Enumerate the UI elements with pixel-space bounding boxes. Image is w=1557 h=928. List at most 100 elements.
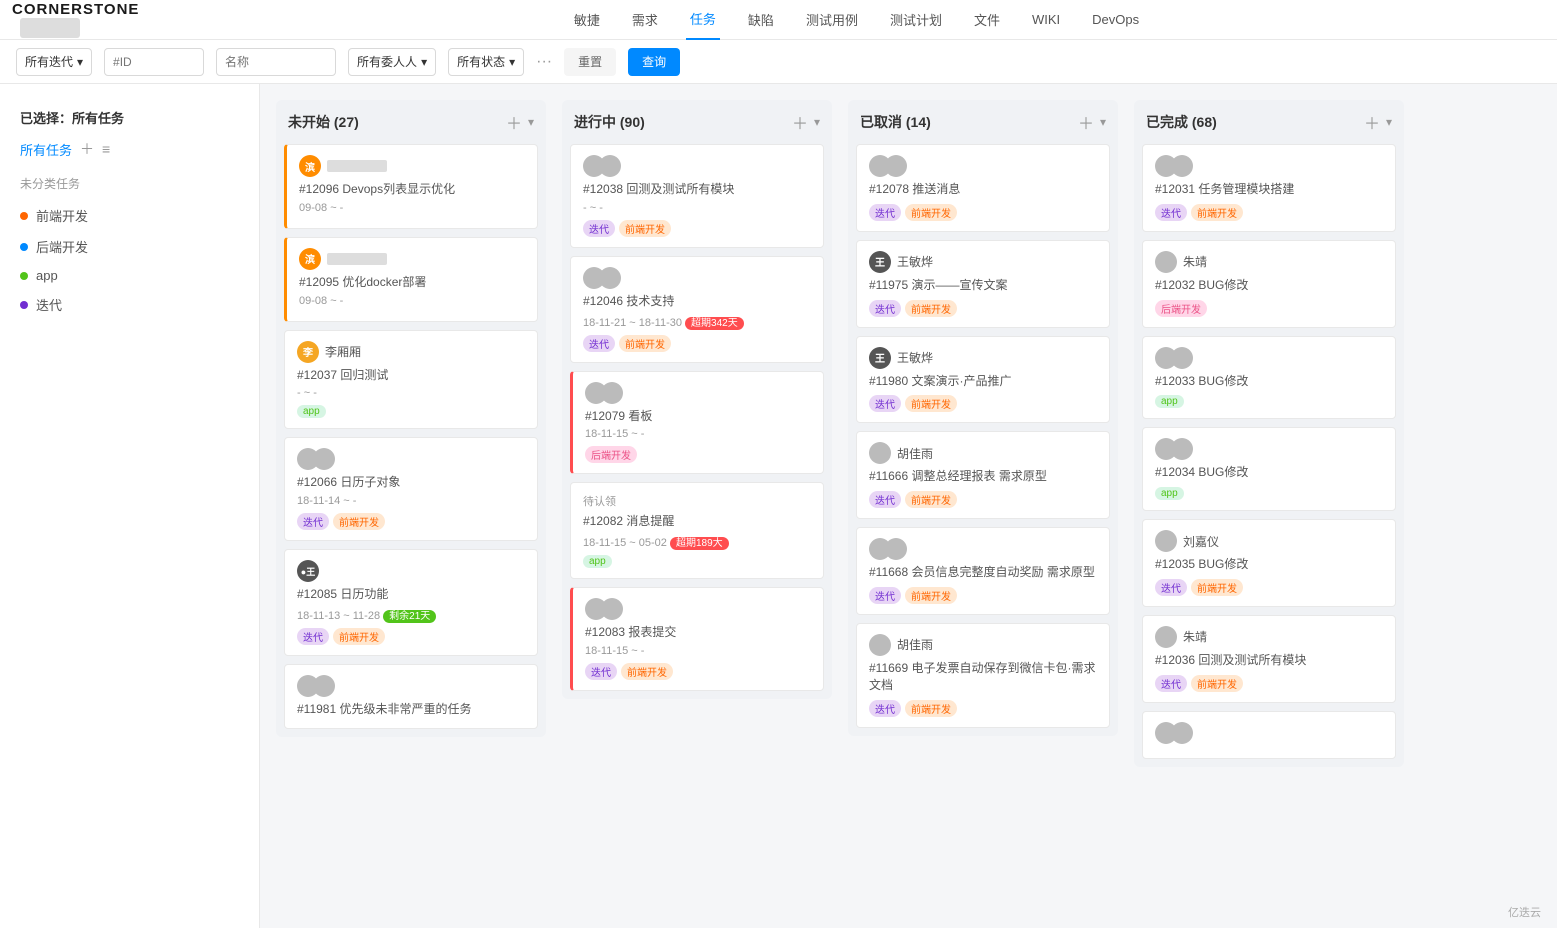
card-12046[interactable]: #12046 技术支持 18-11-21 ~ 18-11-30 超期342天 迭… xyxy=(570,256,824,363)
col-not-started-collapse[interactable]: ▾ xyxy=(528,115,534,129)
name-input[interactable] xyxy=(216,48,336,76)
card-11669-top: 胡佳雨 xyxy=(869,634,1097,656)
card-12082-id: #12082 消息提醒 xyxy=(583,513,811,530)
nav-item-wiki[interactable]: WIKI xyxy=(1028,0,1064,40)
assignee-select[interactable]: 所有委人人 ▾ xyxy=(348,48,436,76)
card-12066-avatars xyxy=(297,448,335,470)
card-12082-header: 待认领 xyxy=(583,493,811,509)
card-12078[interactable]: #12078 推送消息 迭代 前端开发 xyxy=(856,144,1110,232)
card-12033[interactable]: #12033 BUG修改 app xyxy=(1142,336,1396,420)
card-12079[interactable]: #12079 看板 18-11-15 ~ - 后端开发 xyxy=(570,371,824,475)
nav-item-testcases[interactable]: 测试用例 xyxy=(802,0,862,40)
col-cancelled: 已取消 (14) ＋ ▾ #12078 推送消息 迭代 xyxy=(848,100,1118,736)
card-12031[interactable]: #12031 任务管理模块搭建 迭代 前端开发 xyxy=(1142,144,1396,232)
card-12035-top: 刘嘉仪 xyxy=(1155,530,1383,552)
card-12078-top xyxy=(869,155,1097,177)
col-not-started-cards: 滨 #12096 Devops列表显示优化 09-08 ~ - 滨 #12095… xyxy=(276,144,546,737)
card-12083[interactable]: #12083 报表提交 18-11-15 ~ - 迭代 前端开发 xyxy=(570,587,824,691)
card-11975-tags: 迭代 前端开发 xyxy=(869,300,1097,317)
card-11666[interactable]: 胡佳雨 #11666 调整总经理报表 需求原型 迭代 前端开发 xyxy=(856,431,1110,519)
card-12037-date: - ~ - xyxy=(297,387,525,399)
card-11981-avatars xyxy=(297,675,335,697)
col-done-add[interactable]: ＋ xyxy=(1364,110,1380,134)
card-12082-date: 18-11-15 ~ 05-02 超期189大 xyxy=(583,534,811,549)
nav-item-agile[interactable]: 敏捷 xyxy=(570,0,604,40)
card-12038[interactable]: #12038 回测及测试所有模块 - ~ - 迭代 前端开发 xyxy=(570,144,824,248)
card-11975-name: 王敏烨 xyxy=(897,253,933,270)
dot-app xyxy=(20,272,28,280)
card-12037[interactable]: 李 李厢厢 #12037 回归测试 - ~ - app xyxy=(284,330,538,430)
nav-item-devops[interactable]: DevOps xyxy=(1088,0,1143,40)
card-12079-date: 18-11-15 ~ - xyxy=(585,428,811,440)
card-12034[interactable]: #12034 BUG修改 app xyxy=(1142,427,1396,511)
card-12046-overdue: 超期342天 xyxy=(685,317,744,330)
card-12085[interactable]: ●王 #12085 日历功能 18-11-13 ~ 11-28 剩余21天 迭代… xyxy=(284,549,538,656)
nav-item-bugs[interactable]: 缺陷 xyxy=(744,0,778,40)
reset-button[interactable]: 重置 xyxy=(564,48,616,76)
sidebar-category-backend[interactable]: 后端开发 xyxy=(0,231,259,262)
dot-frontend xyxy=(20,212,28,220)
card-12032[interactable]: 朱靖 #12032 BUG修改 后端开发 xyxy=(1142,240,1396,328)
nav-item-files[interactable]: 文件 xyxy=(970,0,1004,40)
col-in-progress-collapse[interactable]: ▾ xyxy=(814,115,820,129)
card-11980-avatar: 王 xyxy=(869,347,891,369)
card-12085-date: 18-11-13 ~ 11-28 剩余21天 xyxy=(297,607,525,622)
card-12035[interactable]: 刘嘉仪 #12035 BUG修改 迭代 前端开发 xyxy=(1142,519,1396,607)
card-12066[interactable]: #12066 日历子对象 18-11-14 ~ - 迭代 前端开发 xyxy=(284,437,538,541)
tag-frontend: 前端开发 xyxy=(333,628,385,645)
sidebar-add-icon[interactable]: ＋ xyxy=(80,139,94,159)
more-filters-button[interactable]: ··· xyxy=(536,53,552,71)
card-11666-top: 胡佳雨 xyxy=(869,442,1097,464)
card-11668-id: #11668 会员信息完整度自动奖励 需求原型 xyxy=(869,564,1097,581)
col-done-cards: #12031 任务管理模块搭建 迭代 前端开发 朱靖 #12032 BUG修改 … xyxy=(1134,144,1404,767)
card-12037-id: #12037 回归测试 xyxy=(297,367,525,384)
card-12038-id: #12038 回测及测试所有模块 xyxy=(583,181,811,198)
card-12096[interactable]: 滨 #12096 Devops列表显示优化 09-08 ~ - xyxy=(284,144,538,229)
sidebar: 已选择：所有任务 所有任务 ＋ ≡ 未分类任务 前端开发 后端开发 app 迭代 xyxy=(0,84,260,928)
card-11981-id: #11981 优先级未非常严重的任务 xyxy=(297,701,525,718)
col-in-progress-add[interactable]: ＋ xyxy=(792,110,808,134)
sidebar-category-frontend[interactable]: 前端开发 xyxy=(0,200,259,231)
card-11669-name: 胡佳雨 xyxy=(897,636,933,653)
card-11980-top: 王 王敏烨 xyxy=(869,347,1097,369)
card-11980[interactable]: 王 王敏烨 #11980 文案演示·产品推广 迭代 前端开发 xyxy=(856,336,1110,424)
card-11669[interactable]: 胡佳雨 #11669 电子发票自动保存到微信卡包·需求文档 迭代 前端开发 xyxy=(856,623,1110,728)
col-in-progress-header: 进行中 (90) ＋ ▾ xyxy=(562,100,832,144)
nav-item-tasks[interactable]: 任务 xyxy=(686,0,720,40)
sidebar-selected-label: 已选择：所有任务 xyxy=(0,100,259,135)
sidebar-list-icon[interactable]: ≡ xyxy=(102,141,110,157)
card-12032-top: 朱靖 xyxy=(1155,251,1383,273)
sidebar-all-tasks-link[interactable]: 所有任务 xyxy=(20,140,72,159)
nav-item-testplan[interactable]: 测试计划 xyxy=(886,0,946,40)
id-input[interactable] xyxy=(104,48,204,76)
card-11668[interactable]: #11668 会员信息完整度自动奖励 需求原型 迭代 前端开发 xyxy=(856,527,1110,615)
col-cancelled-add[interactable]: ＋ xyxy=(1078,110,1094,134)
card-12036-id: #12036 回测及测试所有模块 xyxy=(1155,652,1383,669)
card-done-extra[interactable] xyxy=(1142,711,1396,759)
iteration-select[interactable]: 所有迭代 ▾ xyxy=(16,48,92,76)
card-11980-name: 王敏烨 xyxy=(897,349,933,366)
card-12036[interactable]: 朱靖 #12036 回测及测试所有模块 迭代 前端开发 xyxy=(1142,615,1396,703)
sidebar-category-iteration[interactable]: 迭代 xyxy=(0,289,259,320)
card-11981[interactable]: #11981 优先级未非常严重的任务 xyxy=(284,664,538,729)
search-button[interactable]: 查询 xyxy=(628,48,680,76)
card-11975[interactable]: 王 王敏烨 #11975 演示——宣传文案 迭代 前端开发 xyxy=(856,240,1110,328)
card-12095-avatar: 滨 xyxy=(299,248,321,270)
nav-item-requirements[interactable]: 需求 xyxy=(628,0,662,40)
sidebar-category-app[interactable]: app xyxy=(0,262,259,289)
col-not-started-add[interactable]: ＋ xyxy=(506,110,522,134)
card-12096-avatar: 滨 xyxy=(299,155,321,177)
main-layout: 已选择：所有任务 所有任务 ＋ ≡ 未分类任务 前端开发 后端开发 app 迭代 xyxy=(0,84,1557,928)
card-12066-date: 18-11-14 ~ - xyxy=(297,495,525,507)
card-12095[interactable]: 滨 #12095 优化docker部署 09-08 ~ - xyxy=(284,237,538,322)
card-12096-date: 09-08 ~ - xyxy=(299,202,525,214)
card-12082[interactable]: 待认领 #12082 消息提醒 18-11-15 ~ 05-02 超期189大 … xyxy=(570,482,824,579)
card-12035-name: 刘嘉仪 xyxy=(1183,533,1219,550)
status-select[interactable]: 所有状态 ▾ xyxy=(448,48,524,76)
col-cancelled-collapse[interactable]: ▾ xyxy=(1100,115,1106,129)
card-12066-top xyxy=(297,448,525,470)
card-12095-img xyxy=(327,253,387,265)
card-12046-id: #12046 技术支持 xyxy=(583,293,811,310)
col-done-header: 已完成 (68) ＋ ▾ xyxy=(1134,100,1404,144)
col-done-collapse[interactable]: ▾ xyxy=(1386,115,1392,129)
